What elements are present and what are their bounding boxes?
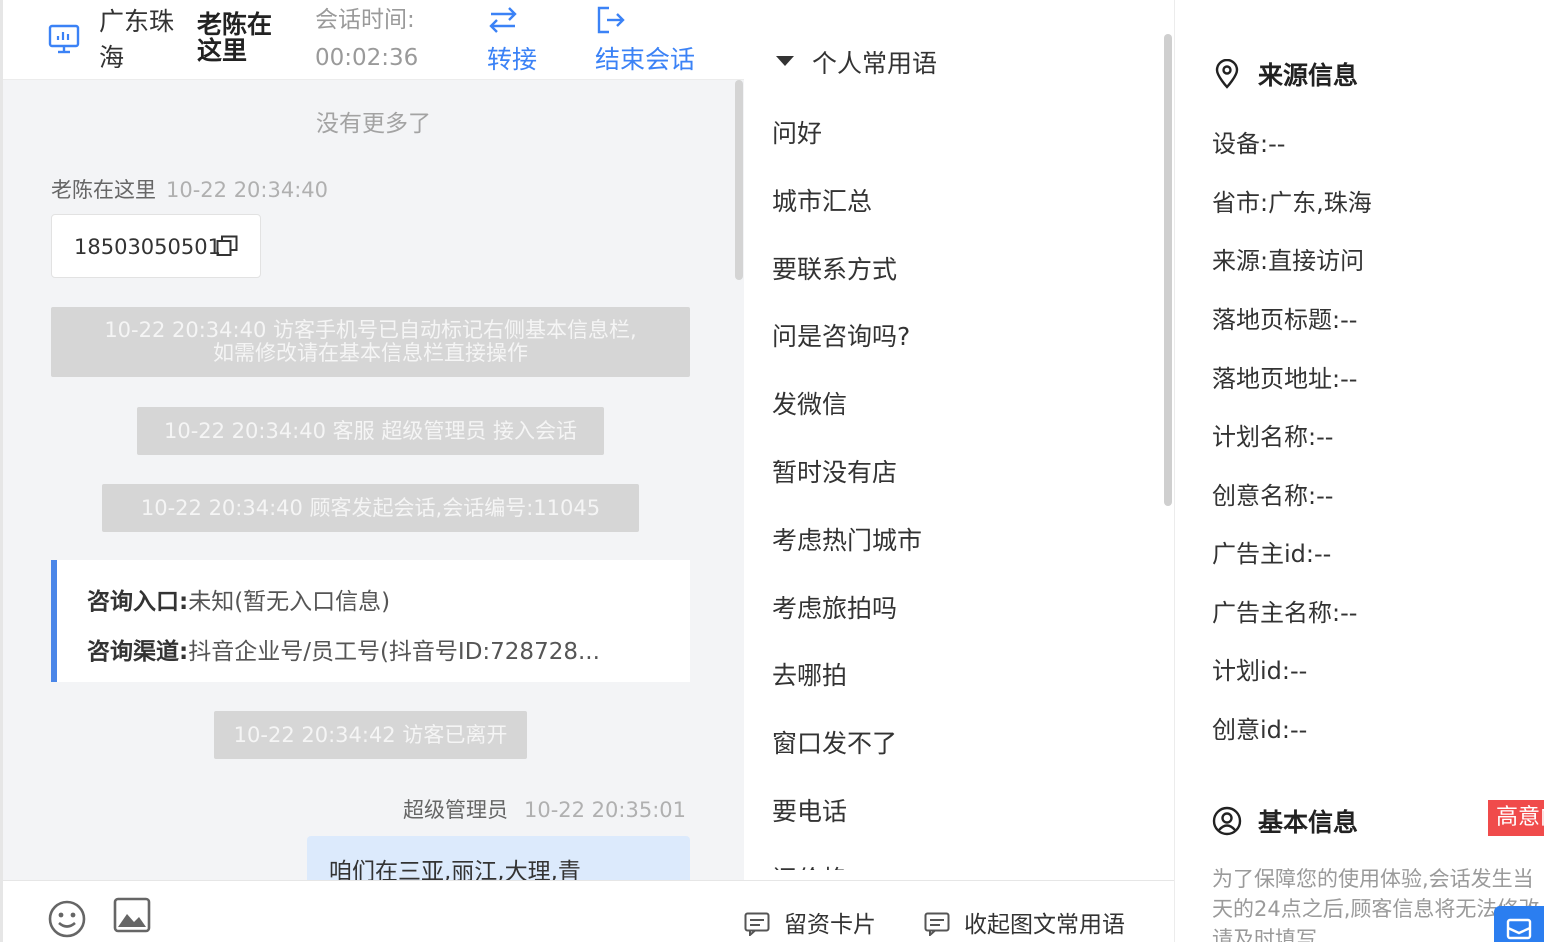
end-session-button[interactable]: 结束会话 <box>595 2 705 76</box>
card-icon <box>744 912 770 936</box>
phrase-item[interactable]: 考虑旅拍吗 <box>772 575 1152 643</box>
phrase-item[interactable]: 问价格 <box>772 846 1152 870</box>
info-plan-name: 计划名称:-- <box>1212 423 1334 451</box>
consult-entry-value: 未知(暂无入口信息) <box>188 589 391 615</box>
no-more-history: 没有更多了 <box>316 111 431 137</box>
visitor-name: 老陈在这里 <box>197 10 273 65</box>
phrase-item[interactable]: 考虑热门城市 <box>772 507 1152 575</box>
system-message-phone-marked: 10-22 20:34:40 访客手机号已自动标记右侧基本信息栏, 如需修改请在… <box>51 307 690 377</box>
info-creative-name: 创意名称:-- <box>1212 482 1334 510</box>
phrase-list: 问好 城市汇总 要联系方式 问是咨询吗? 发微信 暂时没有店 考虑热门城市 考虑… <box>772 100 1152 870</box>
chat-toolbar <box>3 880 744 942</box>
copy-icon[interactable] <box>216 235 238 257</box>
info-advertiser-name: 广告主名称:-- <box>1212 599 1358 627</box>
phrase-item[interactable]: 发微信 <box>772 371 1152 439</box>
collapse-phrases-button[interactable]: 收起图文常用语 <box>924 905 1125 939</box>
phrase-item[interactable]: 要联系方式 <box>772 236 1152 304</box>
visitor-phone-message: 18503050501 <box>51 214 261 278</box>
message-icon <box>924 912 950 936</box>
session-time-value: 00:02:36 <box>315 45 419 71</box>
phrase-item[interactable]: 窗口发不了 <box>772 710 1152 778</box>
visitor-location: 广东珠海 <box>99 7 175 72</box>
visitor-message-sender: 老陈在这里 <box>51 178 156 202</box>
basic-info-title: 基本信息 <box>1258 808 1359 837</box>
emoji-icon[interactable] <box>47 899 87 939</box>
phrase-item[interactable]: 去哪拍 <box>772 642 1152 710</box>
monitor-icon <box>48 24 80 54</box>
logout-icon <box>597 6 625 34</box>
consult-channel-value: 抖音企业号/员工号(抖音号ID:728728... <box>188 639 600 665</box>
source-info-heading: 来源信息 <box>1212 56 1358 92</box>
info-province-city: 省市:广东,珠海 <box>1212 189 1372 217</box>
phrase-item[interactable]: 城市汇总 <box>772 168 1152 236</box>
agent-message-meta: 超级管理员 10-22 20:35:01 <box>403 794 686 824</box>
phrase-toolbar: 留资卡片 收起图文常用语 <box>744 880 1174 942</box>
quick-phrases-panel: 个人常用语 问好 城市汇总 要联系方式 问是咨询吗? 发微信 暂时没有店 考虑热… <box>744 0 1175 942</box>
chat-header: 广东珠海 老陈在这里 会话时间: 00:02:36 转接 结束会话 <box>3 0 744 80</box>
system-message-visitor-left: 10-22 20:34:42 访客已离开 <box>214 711 527 759</box>
phrase-scrollbar[interactable] <box>1164 34 1172 506</box>
mail-icon <box>1506 918 1532 940</box>
info-advertiser-id: 广告主id:-- <box>1212 540 1332 568</box>
visitor-message-meta: 老陈在这里 10-22 20:34:40 <box>51 174 328 204</box>
system-message-session-started: 10-22 20:34:40 顾客发起会话,会话编号:11045 <box>102 484 639 532</box>
floating-chat-button[interactable] <box>1494 906 1544 942</box>
transfer-icon <box>489 7 517 33</box>
phrase-group-title: 个人常用语 <box>812 49 938 78</box>
info-device: 设备:-- <box>1212 130 1286 158</box>
chat-workspace: 广东珠海 老陈在这里 会话时间: 00:02:36 转接 结束会话 没有更多了 … <box>0 0 1544 942</box>
visitor-phone-number: 18503050501 <box>74 235 221 259</box>
end-session-label: 结束会话 <box>595 45 696 74</box>
session-time-label: 会话时间: <box>315 7 415 33</box>
transfer-button[interactable]: 转接 <box>487 2 547 76</box>
phrase-item[interactable]: 问是咨询吗? <box>772 303 1152 371</box>
intent-badge[interactable]: 高意向 <box>1488 800 1544 836</box>
info-landing-title: 落地页标题:-- <box>1212 306 1358 334</box>
image-icon[interactable] <box>113 897 151 933</box>
visitor-message-time: 10-22 20:34:40 <box>166 178 329 202</box>
consult-channel-row: 咨询渠道:抖音企业号/员工号(抖音号ID:728728... <box>87 632 600 666</box>
agent-message-sender: 超级管理员 <box>402 798 508 822</box>
phrase-item[interactable]: 暂时没有店 <box>772 439 1152 507</box>
consult-channel-label: 咨询渠道: <box>87 639 189 665</box>
collapse-phrases-label: 收起图文常用语 <box>964 912 1125 938</box>
system-message-agent-joined: 10-22 20:34:40 客服 超级管理员 接入会话 <box>137 407 604 455</box>
phrase-item[interactable]: 要电话 <box>772 778 1152 846</box>
caret-down-icon <box>776 56 794 66</box>
lead-card-label: 留资卡片 <box>784 912 876 938</box>
system-message-line: 如需修改请在基本信息栏直接操作 <box>213 341 528 365</box>
chat-panel: 广东珠海 老陈在这里 会话时间: 00:02:36 转接 结束会话 没有更多了 … <box>0 0 744 942</box>
info-creative-id: 创意id:-- <box>1212 716 1308 744</box>
agent-message-bubble: 咱们在三亚,丽江,大理,青 <box>307 836 690 880</box>
phrase-item[interactable]: 问好 <box>772 100 1152 168</box>
basic-info-heading: 基本信息 <box>1212 803 1358 839</box>
phrase-group-toggle[interactable]: 个人常用语 <box>776 44 937 80</box>
info-plan-id: 计划id:-- <box>1212 657 1308 685</box>
agent-message-time: 10-22 20:35:01 <box>523 798 686 822</box>
consult-entry-row: 咨询入口:未知(暂无入口信息) <box>87 582 390 616</box>
consult-entry-label: 咨询入口: <box>87 589 189 615</box>
info-landing-url: 落地页地址:-- <box>1212 365 1358 393</box>
source-info-title: 来源信息 <box>1258 61 1359 90</box>
system-message-line: 10-22 20:34:40 访客手机号已自动标记右侧基本信息栏, <box>104 318 637 342</box>
location-pin-icon <box>1215 59 1239 89</box>
transfer-label: 转接 <box>487 45 538 74</box>
lead-card-button[interactable]: 留资卡片 <box>744 905 876 939</box>
consult-entry-card: 咨询入口:未知(暂无入口信息) 咨询渠道:抖音企业号/员工号(抖音号ID:728… <box>51 560 690 682</box>
user-circle-icon <box>1212 806 1242 836</box>
info-source: 来源:直接访问 <box>1212 247 1365 275</box>
